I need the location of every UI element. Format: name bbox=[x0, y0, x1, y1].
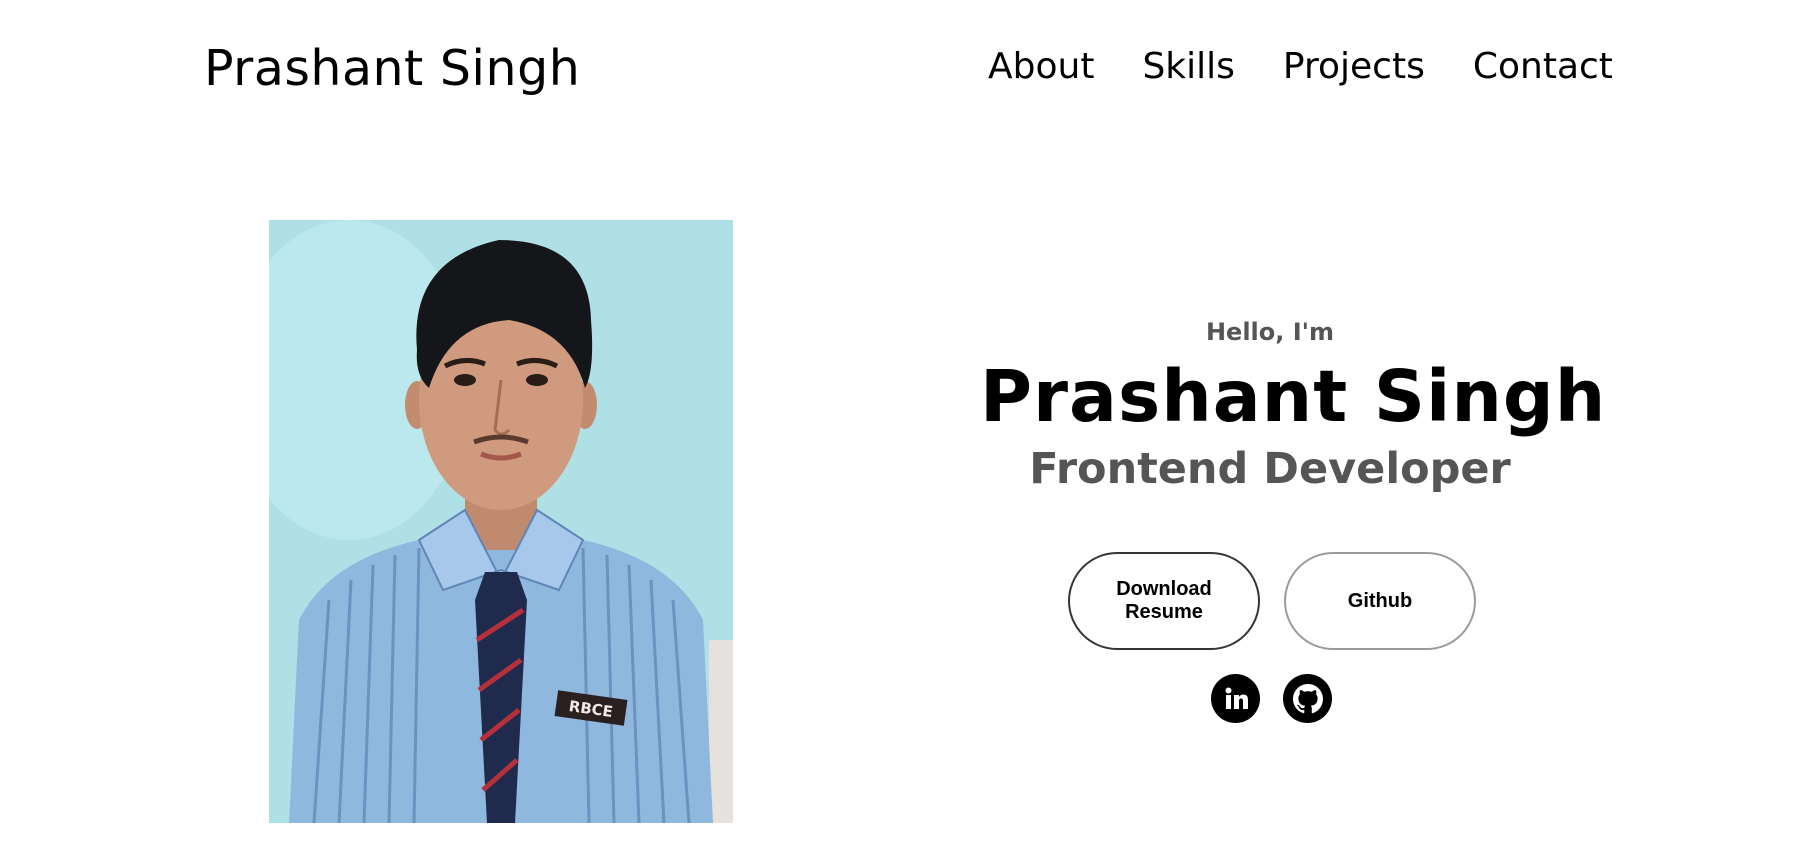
greeting-text: Hello, I'm bbox=[1205, 318, 1335, 346]
nav-link-projects[interactable]: Projects bbox=[1283, 46, 1425, 87]
hero-role: Frontend Developer bbox=[1029, 444, 1511, 495]
download-resume-button[interactable]: Download Resume bbox=[1068, 552, 1260, 650]
nav-link-contact[interactable]: Contact bbox=[1473, 46, 1613, 87]
action-buttons: Download Resume Github bbox=[1068, 552, 1476, 650]
github-button[interactable]: Github bbox=[1284, 552, 1476, 650]
intro-section: Hello, I'm Prashant Singh Frontend Devel… bbox=[980, 318, 1607, 495]
main-nav: About Skills Projects Contact bbox=[988, 46, 1613, 87]
profile-photo-illustration: RBCE bbox=[269, 220, 733, 823]
hero-name: Prashant Singh bbox=[980, 355, 1607, 438]
social-links bbox=[1211, 674, 1332, 723]
linkedin-icon[interactable] bbox=[1211, 674, 1260, 723]
nav-link-skills[interactable]: Skills bbox=[1142, 46, 1234, 87]
site-logo[interactable]: Prashant Singh bbox=[204, 40, 580, 97]
github-icon[interactable] bbox=[1283, 674, 1332, 723]
nav-link-about[interactable]: About bbox=[988, 46, 1094, 87]
profile-picture: RBCE bbox=[269, 220, 733, 823]
page: Prashant Singh About Skills Projects Con… bbox=[0, 0, 1794, 844]
